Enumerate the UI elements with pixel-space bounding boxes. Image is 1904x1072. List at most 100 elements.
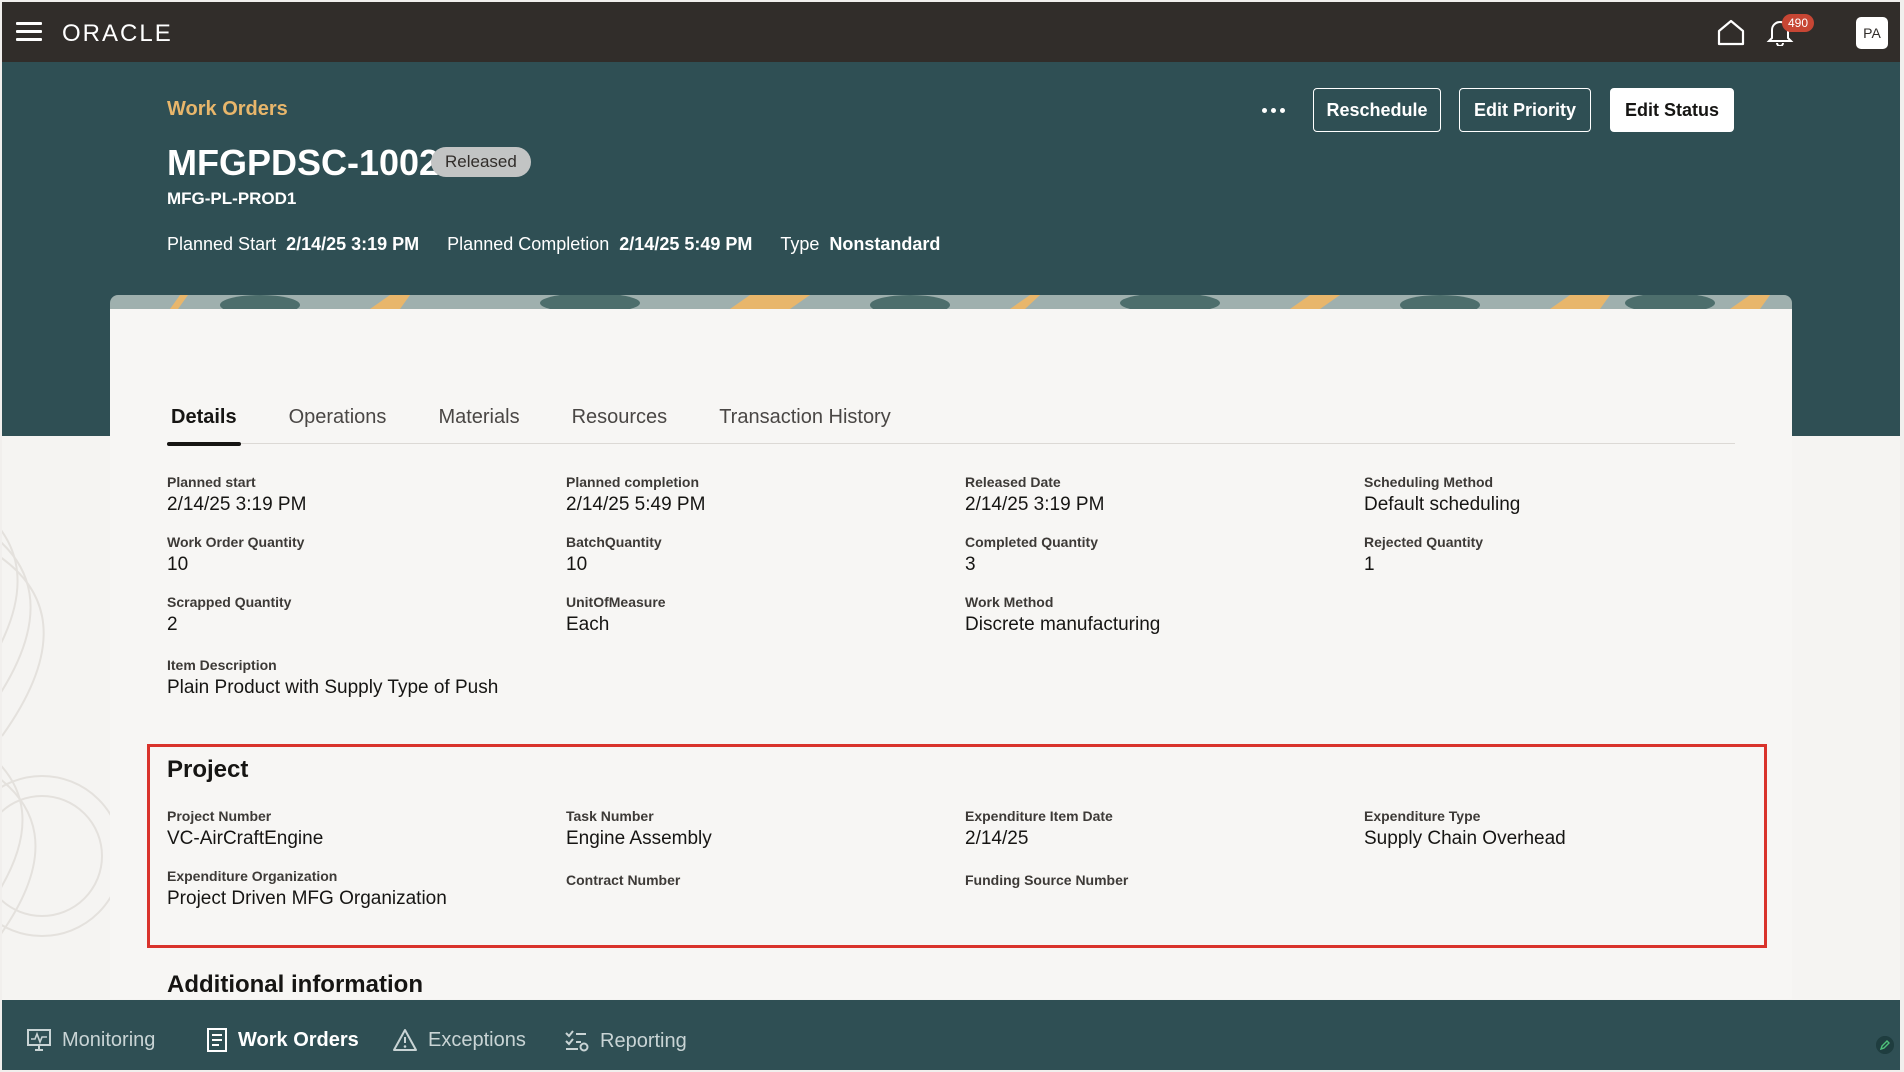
nav-reporting[interactable]: Reporting	[564, 1028, 687, 1054]
planned-completion-label: Planned Completion	[447, 234, 610, 254]
tab-transaction-history[interactable]: Transaction History	[715, 402, 895, 444]
field-contract-number: Contract Number	[566, 872, 680, 892]
field-value: 10	[167, 554, 189, 575]
page-subtitle: MFG-PL-PROD1	[167, 189, 297, 208]
status-badge: Released	[431, 147, 531, 177]
field-label: UnitOfMeasure	[566, 594, 666, 610]
nav-reporting-label: Reporting	[600, 1029, 687, 1052]
tab-materials[interactable]: Materials	[434, 402, 523, 444]
nav-exceptions[interactable]: Exceptions	[392, 1028, 526, 1052]
field-work-order-quantity: Work Order Quantity 10	[167, 534, 304, 576]
decorative-pattern	[110, 295, 1792, 309]
field-label: Expenditure Organization	[167, 868, 338, 884]
field-label: Contract Number	[566, 872, 681, 888]
nav-exceptions-label: Exceptions	[428, 1028, 526, 1051]
field-value: VC-AirCraftEngine	[167, 828, 324, 849]
project-section-title: Project	[167, 756, 249, 783]
background-decoration	[2, 529, 110, 937]
field-label: Expenditure Item Date	[965, 808, 1113, 824]
reporting-icon	[565, 1030, 589, 1052]
planned-completion-value: 2/14/25 5:49 PM	[619, 234, 753, 254]
nav-monitoring[interactable]: Monitoring	[26, 1028, 155, 1052]
field-value: Default scheduling	[1364, 494, 1521, 515]
field-planned-completion: Planned completion 2/14/25 5:49 PM	[566, 474, 705, 516]
field-value: Supply Chain Overhead	[1364, 828, 1566, 849]
pencil-icon[interactable]	[1876, 1036, 1894, 1054]
field-label: Project Number	[167, 808, 272, 824]
tab-details[interactable]: Details	[167, 402, 241, 446]
type-label: Type	[780, 234, 820, 254]
global-header: ORACLE 490 PA	[2, 2, 1900, 62]
field-funding-source-number: Funding Source Number	[965, 872, 1128, 892]
field-value: Plain Product with Supply Type of Push	[167, 677, 499, 698]
field-planned-start: Planned start 2/14/25 3:19 PM	[167, 474, 306, 516]
field-value: 2/14/25 3:19 PM	[167, 494, 307, 515]
field-rejected-quantity: Rejected Quantity 1	[1364, 534, 1483, 576]
monitoring-icon	[27, 1029, 51, 1051]
field-value: Project Driven MFG Organization	[167, 888, 447, 909]
edit-priority-button[interactable]: Edit Priority	[1459, 88, 1591, 132]
app-frame: ORACLE 490 PA Work Orders MFGPDSC-1002 R…	[2, 2, 1900, 1070]
field-expenditure-type: Expenditure Type Supply Chain Overhead	[1364, 808, 1566, 850]
oracle-logo[interactable]: ORACLE	[62, 20, 173, 48]
field-label: Planned completion	[566, 474, 700, 490]
field-project-number: Project Number VC-AirCraftEngine	[167, 808, 323, 850]
nav-work-orders[interactable]: Work Orders	[206, 1028, 359, 1052]
warning-icon	[393, 1029, 417, 1051]
menu-icon[interactable]	[16, 22, 42, 42]
field-released-date: Released Date 2/14/25 3:19 PM	[965, 474, 1104, 516]
field-item-description: Item Description Plain Product with Supp…	[167, 657, 498, 699]
field-task-number: Task Number Engine Assembly	[566, 808, 712, 850]
field-value: 1	[1364, 554, 1375, 575]
field-value: Engine Assembly	[566, 828, 712, 849]
field-label: Scrapped Quantity	[167, 594, 292, 610]
field-label: Work Method	[965, 594, 1054, 610]
nav-work-orders-label: Work Orders	[238, 1028, 359, 1051]
field-value: Discrete manufacturing	[965, 614, 1161, 635]
field-unit-of-measure: UnitOfMeasure Each	[566, 594, 666, 636]
field-value: 2/14/25 3:19 PM	[965, 494, 1105, 515]
field-label: Planned start	[167, 474, 256, 490]
field-completed-quantity: Completed Quantity 3	[965, 534, 1098, 576]
field-value: 10	[566, 554, 588, 575]
field-value: Each	[566, 614, 610, 635]
field-label: Released Date	[965, 474, 1061, 490]
field-label: Funding Source Number	[965, 872, 1129, 888]
planned-start-value: 2/14/25 3:19 PM	[286, 234, 420, 254]
document-icon	[207, 1028, 227, 1052]
breadcrumb-work-orders[interactable]: Work Orders	[167, 98, 288, 121]
planned-start-label: Planned Start	[167, 234, 277, 254]
edit-status-button[interactable]: Edit Status	[1610, 88, 1734, 132]
reschedule-button[interactable]: Reschedule	[1313, 88, 1441, 132]
field-label: Completed Quantity	[965, 534, 1099, 550]
field-label: Rejected Quantity	[1364, 534, 1484, 550]
field-value: 2	[167, 614, 178, 635]
field-label: Item Description	[167, 657, 277, 673]
tab-resources[interactable]: Resources	[568, 402, 672, 444]
field-work-method: Work Method Discrete manufacturing	[965, 594, 1160, 636]
field-scheduling-method: Scheduling Method Default scheduling	[1364, 474, 1520, 516]
user-avatar[interactable]: PA	[1856, 17, 1888, 49]
field-label: Expenditure Type	[1364, 808, 1481, 824]
type-value: Nonstandard	[829, 234, 941, 254]
field-batch-quantity: BatchQuantity 10	[566, 534, 662, 576]
header-meta: Planned Start 2/14/25 3:19 PM Planned Co…	[167, 234, 968, 255]
field-expenditure-item-date: Expenditure Item Date 2/14/25	[965, 808, 1113, 850]
field-value: 2/14/25 5:49 PM	[566, 494, 706, 515]
field-label: Work Order Quantity	[167, 534, 305, 550]
home-icon[interactable]	[1716, 18, 1746, 46]
tab-bar: Details Operations Materials Resources T…	[167, 402, 1735, 446]
field-expenditure-organization: Expenditure Organization Project Driven …	[167, 868, 447, 910]
additional-information-title: Additional information	[167, 971, 423, 998]
field-scrapped-quantity: Scrapped Quantity 2	[167, 594, 291, 636]
tab-operations[interactable]: Operations	[285, 402, 391, 444]
field-label: Scheduling Method	[1364, 474, 1494, 490]
field-value: 2/14/25	[965, 828, 1029, 849]
notification-count-badge: 490	[1782, 14, 1815, 32]
field-value: 3	[965, 554, 976, 575]
more-actions-icon[interactable]	[1256, 98, 1290, 122]
field-label: BatchQuantity	[566, 534, 662, 550]
nav-monitoring-label: Monitoring	[62, 1028, 156, 1051]
page-title: MFGPDSC-1002	[167, 142, 440, 183]
field-label: Task Number	[566, 808, 654, 824]
